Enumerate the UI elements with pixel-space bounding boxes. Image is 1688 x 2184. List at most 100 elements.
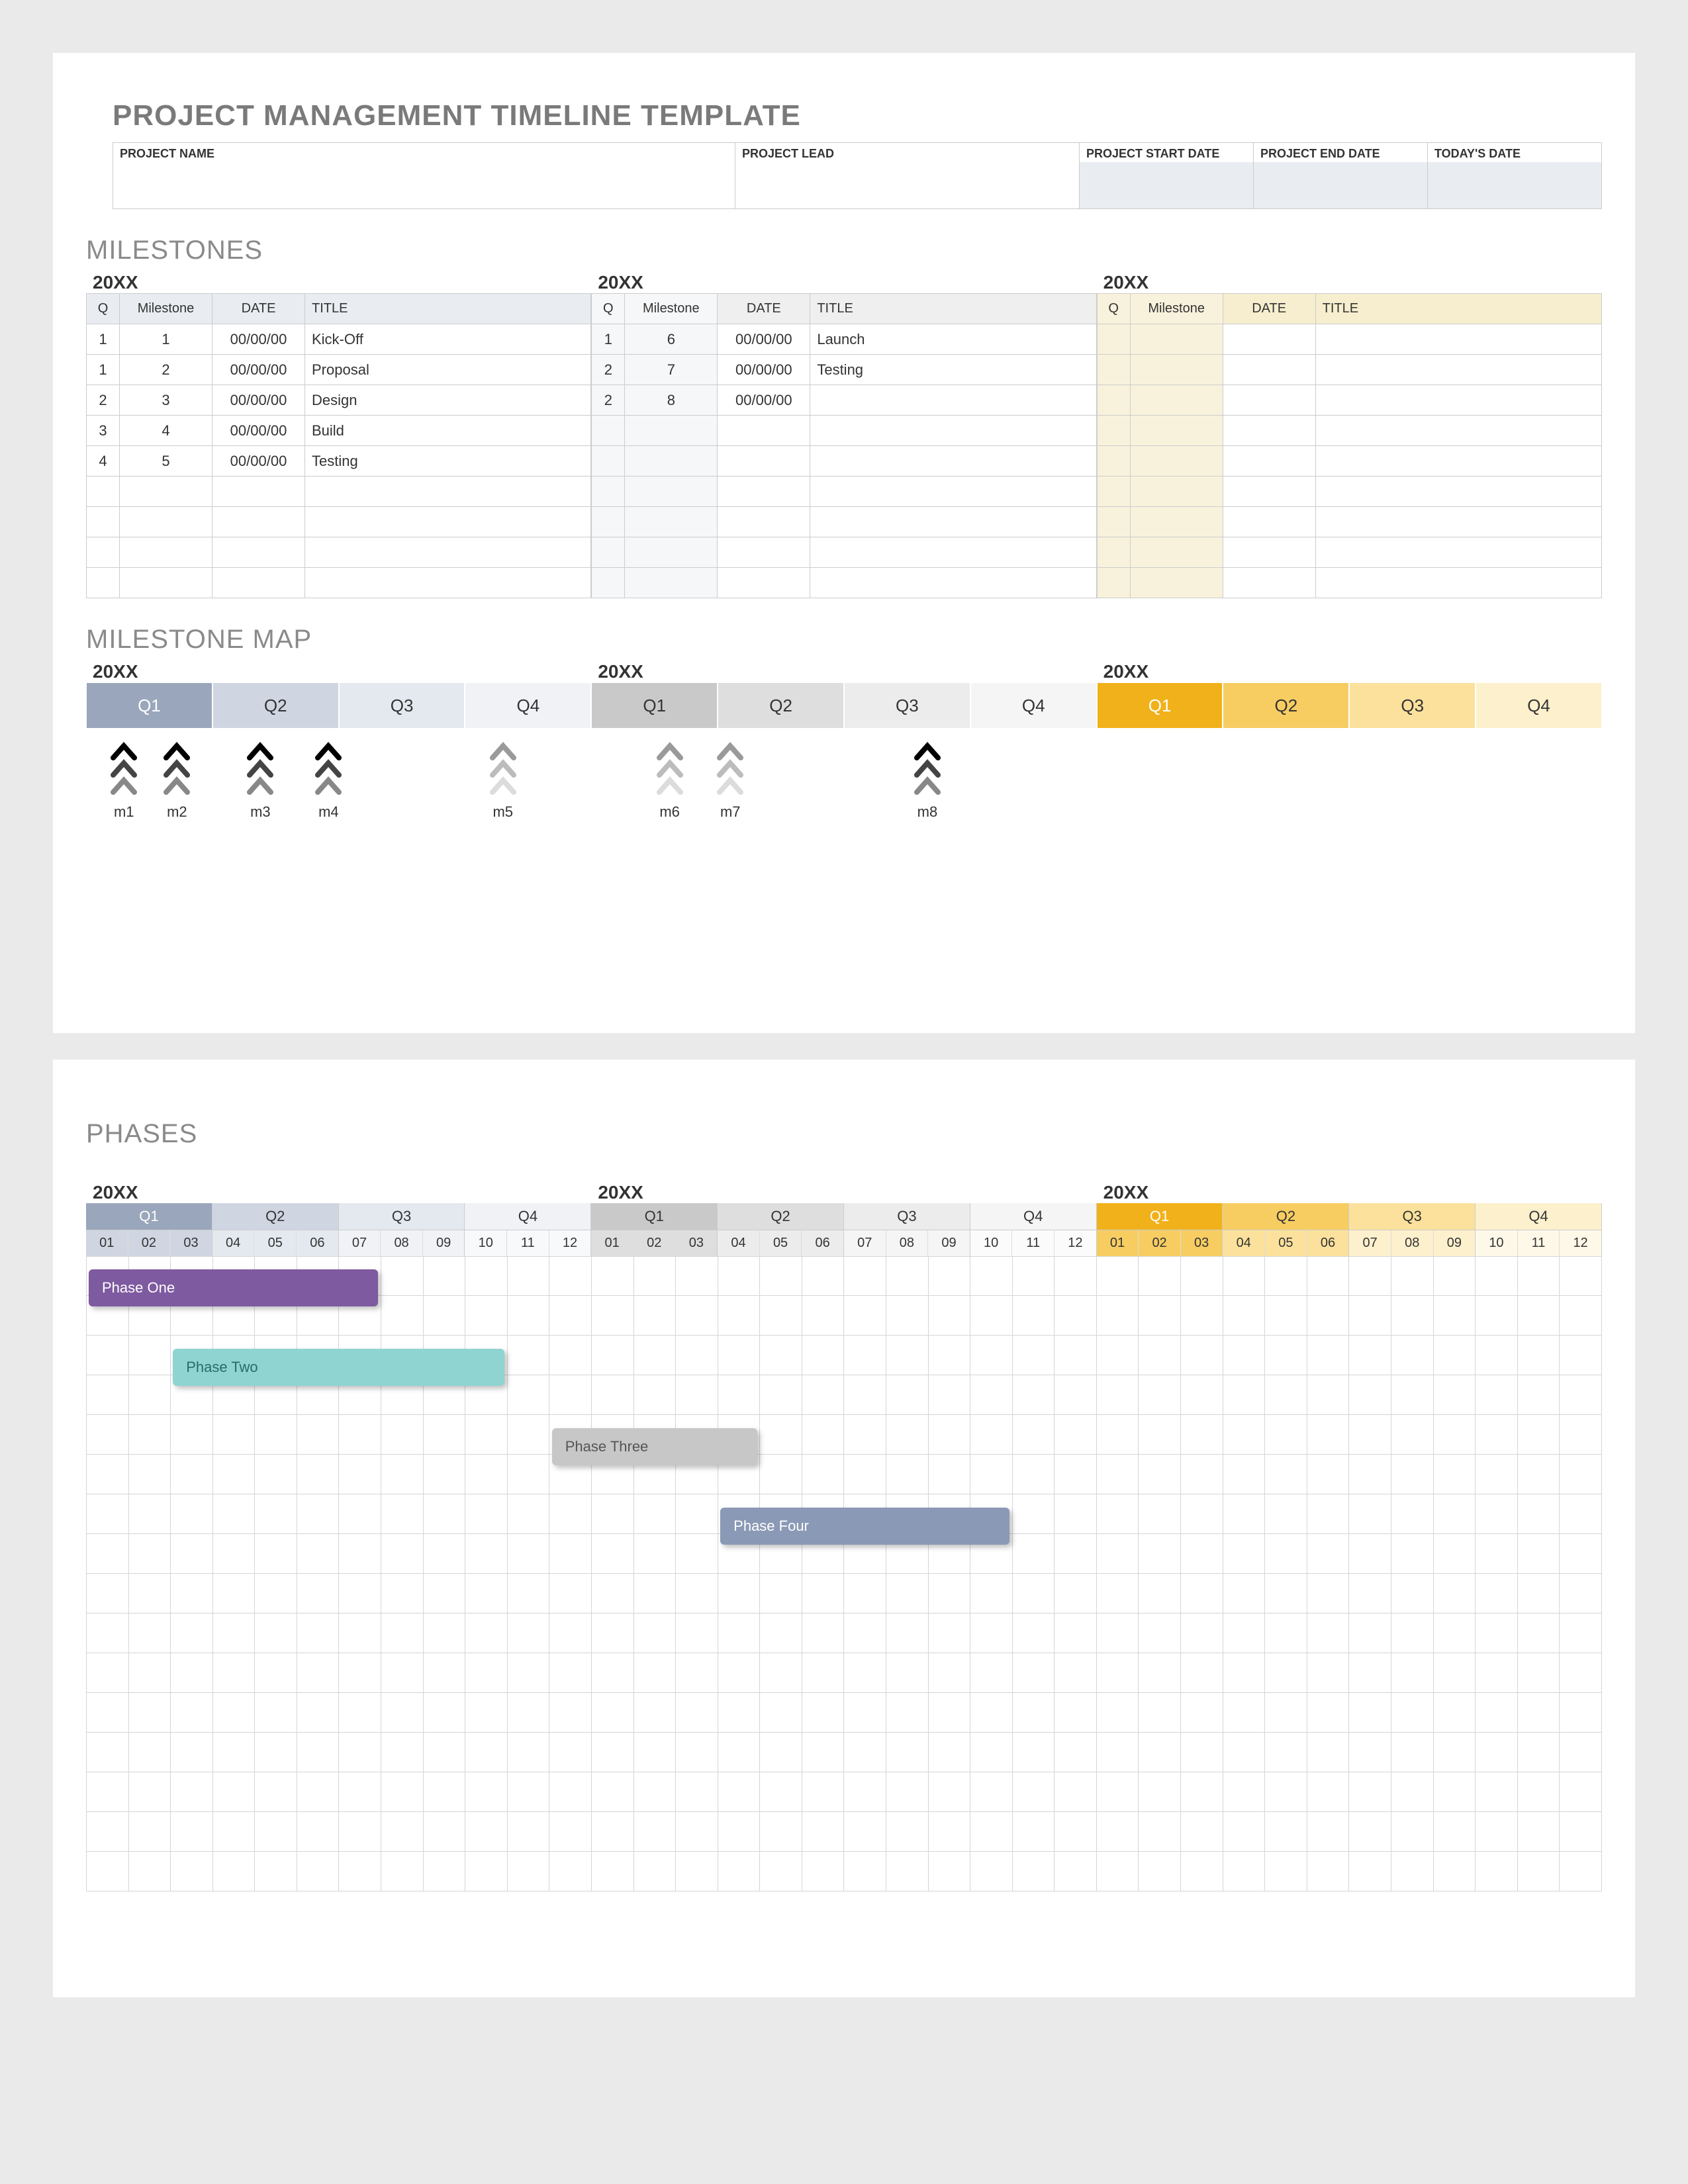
- grid-cell[interactable]: [129, 1772, 171, 1812]
- grid-cell[interactable]: [297, 1455, 340, 1494]
- table-cell[interactable]: [212, 477, 305, 507]
- grid-cell[interactable]: [1013, 1375, 1055, 1415]
- grid-cell[interactable]: [381, 1852, 424, 1891]
- grid-cell[interactable]: [297, 1614, 340, 1653]
- grid-cell[interactable]: [1307, 1375, 1350, 1415]
- table-cell[interactable]: 00/00/00: [212, 324, 305, 355]
- grid-cell[interactable]: [381, 1614, 424, 1653]
- table-cell[interactable]: 2: [592, 355, 625, 385]
- grid-cell[interactable]: [676, 1693, 718, 1733]
- grid-cell[interactable]: [1265, 1852, 1307, 1891]
- grid-cell[interactable]: [549, 1772, 592, 1812]
- grid-cell[interactable]: [760, 1693, 802, 1733]
- grid-cell[interactable]: [1560, 1614, 1602, 1653]
- grid-cell[interactable]: [86, 1336, 129, 1375]
- grid-cell[interactable]: [929, 1375, 971, 1415]
- grid-cell[interactable]: [1476, 1256, 1518, 1296]
- grid-cell[interactable]: [1476, 1336, 1518, 1375]
- grid-cell[interactable]: [424, 1772, 466, 1812]
- grid-cell[interactable]: [1434, 1812, 1476, 1852]
- table-cell[interactable]: [1130, 355, 1223, 385]
- grid-cell[interactable]: [1013, 1852, 1055, 1891]
- grid-cell[interactable]: [1476, 1812, 1518, 1852]
- table-row[interactable]: [1097, 416, 1601, 446]
- grid-cell[interactable]: [508, 1772, 550, 1812]
- grid-cell[interactable]: [1055, 1375, 1097, 1415]
- grid-cell[interactable]: [1181, 1375, 1223, 1415]
- grid-cell[interactable]: [1518, 1375, 1560, 1415]
- grid-cell[interactable]: [1434, 1693, 1476, 1733]
- grid-cell[interactable]: [297, 1494, 340, 1534]
- grid-cell[interactable]: [718, 1375, 761, 1415]
- grid-cell[interactable]: [1518, 1336, 1560, 1375]
- grid-cell[interactable]: [1181, 1733, 1223, 1772]
- grid-cell[interactable]: [1265, 1455, 1307, 1494]
- grid-cell[interactable]: [508, 1733, 550, 1772]
- grid-cell[interactable]: [844, 1336, 886, 1375]
- grid-cell[interactable]: [634, 1256, 677, 1296]
- grid-cell[interactable]: [1181, 1574, 1223, 1614]
- grid-cell[interactable]: [465, 1494, 508, 1534]
- table-cell[interactable]: [1223, 385, 1315, 416]
- table-cell[interactable]: [1315, 385, 1601, 416]
- grid-cell[interactable]: [213, 1415, 256, 1455]
- grid-cell[interactable]: [508, 1455, 550, 1494]
- grid-cell[interactable]: [213, 1455, 256, 1494]
- grid-cell[interactable]: [1307, 1296, 1350, 1336]
- grid-cell[interactable]: [1181, 1693, 1223, 1733]
- table-cell[interactable]: [120, 537, 212, 568]
- grid-cell[interactable]: [592, 1296, 634, 1336]
- grid-cell[interactable]: [465, 1296, 508, 1336]
- grid-cell[interactable]: [508, 1534, 550, 1574]
- grid-cell[interactable]: [634, 1534, 677, 1574]
- grid-cell[interactable]: [1391, 1415, 1434, 1455]
- table-row[interactable]: 4500/00/00Testing: [87, 446, 591, 477]
- grid-cell[interactable]: [970, 1375, 1013, 1415]
- table-cell[interactable]: [1130, 416, 1223, 446]
- table-cell[interactable]: [87, 477, 120, 507]
- grid-cell[interactable]: [802, 1574, 845, 1614]
- table-row[interactable]: [1097, 537, 1601, 568]
- grid-cell[interactable]: [592, 1852, 634, 1891]
- grid-cell[interactable]: [760, 1653, 802, 1693]
- grid-cell[interactable]: [718, 1812, 761, 1852]
- grid-cell[interactable]: [718, 1852, 761, 1891]
- grid-cell[interactable]: [86, 1534, 129, 1574]
- grid-cell[interactable]: [424, 1455, 466, 1494]
- grid-cell[interactable]: [1560, 1812, 1602, 1852]
- grid-cell[interactable]: [1097, 1296, 1139, 1336]
- grid-cell[interactable]: [1097, 1772, 1139, 1812]
- grid-cell[interactable]: [1391, 1574, 1434, 1614]
- grid-cell[interactable]: [339, 1812, 381, 1852]
- grid-cell[interactable]: [1139, 1812, 1181, 1852]
- grid-cell[interactable]: [1560, 1772, 1602, 1812]
- grid-cell[interactable]: [1518, 1693, 1560, 1733]
- grid-cell[interactable]: [886, 1852, 929, 1891]
- grid-cell[interactable]: [929, 1296, 971, 1336]
- table-row[interactable]: [592, 507, 1096, 537]
- grid-cell[interactable]: [1518, 1256, 1560, 1296]
- grid-cell[interactable]: [634, 1614, 677, 1653]
- table-cell[interactable]: 2: [87, 385, 120, 416]
- grid-cell[interactable]: [676, 1772, 718, 1812]
- grid-cell[interactable]: [1434, 1574, 1476, 1614]
- grid-cell[interactable]: [424, 1693, 466, 1733]
- grid-cell[interactable]: [592, 1574, 634, 1614]
- grid-cell[interactable]: [1391, 1494, 1434, 1534]
- grid-cell[interactable]: [634, 1375, 677, 1415]
- grid-cell[interactable]: [844, 1852, 886, 1891]
- grid-cell[interactable]: [970, 1812, 1013, 1852]
- grid-cell[interactable]: [508, 1296, 550, 1336]
- grid-cell[interactable]: [970, 1256, 1013, 1296]
- table-cell[interactable]: Launch: [810, 324, 1096, 355]
- grid-cell[interactable]: [1560, 1296, 1602, 1336]
- grid-cell[interactable]: [1476, 1534, 1518, 1574]
- table-cell[interactable]: 1: [592, 324, 625, 355]
- grid-cell[interactable]: [1265, 1653, 1307, 1693]
- table-cell[interactable]: [810, 477, 1096, 507]
- phase-bar[interactable]: Phase One: [89, 1269, 378, 1306]
- table-cell[interactable]: 1: [87, 324, 120, 355]
- grid-cell[interactable]: [718, 1733, 761, 1772]
- grid-cell[interactable]: [1265, 1375, 1307, 1415]
- grid-cell[interactable]: [1518, 1534, 1560, 1574]
